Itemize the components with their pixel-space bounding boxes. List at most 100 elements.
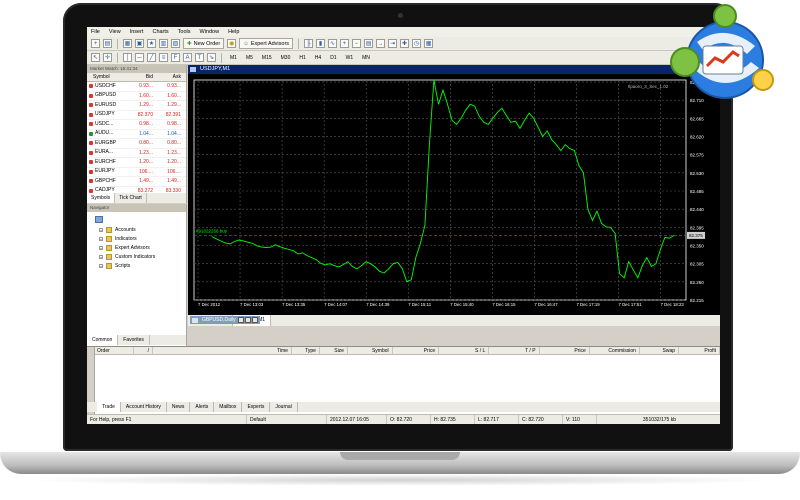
chart-shift-icon[interactable]: ⇥ <box>388 39 398 48</box>
menu-file[interactable]: File <box>91 29 100 35</box>
metaeditor-icon[interactable]: ◉ <box>227 39 237 48</box>
expand-icon[interactable]: + <box>99 236 103 241</box>
terminal-column-header[interactable]: Price <box>540 347 590 354</box>
data-window-icon[interactable]: ▣ <box>135 39 144 48</box>
menu-insert[interactable]: Insert <box>130 29 144 35</box>
nav-item-accounts[interactable]: + Accounts <box>93 225 186 234</box>
crosshair-icon[interactable]: ✛ <box>103 53 112 62</box>
periods-icon[interactable]: ◷ <box>412 39 422 48</box>
column-header[interactable]: Ask <box>153 73 181 81</box>
expand-icon[interactable]: + <box>99 254 103 259</box>
nav-item-scripts[interactable]: + Scripts <box>93 261 186 270</box>
channel-icon[interactable]: ≡ <box>159 53 168 62</box>
bar-chart-icon[interactable]: ╟ <box>304 39 314 48</box>
terminal-icon[interactable]: ▥ <box>159 39 168 48</box>
candlestick-icon[interactable]: ▮ <box>316 39 326 48</box>
timeframe-m5[interactable]: M5 <box>243 53 256 63</box>
price-point <box>546 130 548 132</box>
new-chart-icon[interactable]: + <box>91 39 100 48</box>
chart-window-title[interactable]: USDJPY,M1 <box>188 65 720 74</box>
restore-icon[interactable] <box>238 317 244 323</box>
tester-icon[interactable]: ▧ <box>171 39 180 48</box>
terminal-column-header[interactable]: Swap <box>640 347 680 354</box>
timeframe-m15[interactable]: M15 <box>259 53 275 63</box>
label-icon[interactable]: T <box>195 53 204 62</box>
menu-view[interactable]: View <box>109 29 121 35</box>
cursor-icon[interactable]: ↖ <box>91 53 100 62</box>
terminal-column-header[interactable]: Symbol <box>348 347 393 354</box>
terminal-tab[interactable]: Alerts <box>190 402 215 412</box>
nav-item-custom-indicators[interactable]: + Custom Indicators <box>93 252 186 261</box>
vertical-line-icon[interactable]: │ <box>123 53 132 62</box>
tab-favorites[interactable]: Favorites <box>118 335 150 345</box>
zoom-in-icon[interactable]: + <box>340 39 350 48</box>
terminal-column-header[interactable]: / <box>134 347 154 354</box>
timeframe-h4[interactable]: H4 <box>312 53 324 63</box>
profiles-icon[interactable]: ▤ <box>103 39 112 48</box>
terminal-column-header[interactable]: Time <box>153 347 292 354</box>
status-high: H: 82.735 <box>431 415 475 424</box>
expand-icon[interactable]: + <box>99 227 103 232</box>
market-watch-icon[interactable]: ▦ <box>123 39 132 48</box>
terminal-tab[interactable]: Experts <box>242 402 271 412</box>
terminal-column-header[interactable]: Size <box>320 347 348 354</box>
zoom-out-icon[interactable]: − <box>352 39 362 48</box>
expert-advisors-button[interactable]: ☺ Expert Advisors <box>239 38 294 49</box>
terminal-column-header[interactable]: T / P <box>489 347 540 354</box>
menu-window[interactable]: Window <box>200 29 220 35</box>
menu-help[interactable]: Help <box>228 29 239 35</box>
tab-symbols[interactable]: Symbols <box>87 193 116 203</box>
terminal-tab[interactable]: Account History <box>121 402 167 412</box>
terminal-tab[interactable]: News <box>167 402 191 412</box>
column-header[interactable]: Symbol <box>87 73 125 81</box>
expand-icon[interactable]: + <box>99 245 103 250</box>
fibonacci-icon[interactable]: F <box>171 53 180 62</box>
market-watch-panel: Market Watch: 15:41:34 Symbol Bid Ask US… <box>87 65 187 203</box>
terminal-column-header[interactable]: Profit <box>679 347 720 354</box>
price-chart[interactable]: 82.75582.71082.66582.62082.57582.53082.4… <box>188 74 720 315</box>
timeframe-m1[interactable]: M1 <box>227 53 240 63</box>
expand-icon[interactable]: + <box>99 263 103 268</box>
timeframe-d1[interactable]: D1 <box>327 53 339 63</box>
status-help: For Help, press F1 <box>87 415 247 424</box>
nav-item-indicators[interactable]: + Indicators <box>93 234 186 243</box>
tab-common[interactable]: Common <box>87 335 119 345</box>
terminal-column-header[interactable]: S / L <box>439 347 490 354</box>
terminal-column-header[interactable]: Commission <box>590 347 640 354</box>
terminal-column-header[interactable]: Order <box>97 347 135 354</box>
indicators-icon[interactable]: ✚ <box>400 39 410 48</box>
metatrader-root-icon[interactable] <box>95 216 103 223</box>
terminal-tab[interactable]: Trade <box>97 402 121 412</box>
price-point <box>379 271 380 272</box>
order-label: #91022266 buy <box>196 228 228 233</box>
maximize-icon[interactable] <box>245 317 251 323</box>
trendline-icon[interactable]: ╱ <box>147 53 156 62</box>
terminal-column-header[interactable]: Price <box>393 347 440 354</box>
status-profile: Default <box>247 415 327 424</box>
column-header[interactable]: Bid <box>125 73 153 81</box>
templates-icon[interactable]: ▦ <box>424 39 434 48</box>
minimized-chart-window[interactable]: GBPUSD,Daily <box>190 316 260 324</box>
tab-tick-chart[interactable]: Tick Chart <box>115 193 147 203</box>
navigator-icon[interactable]: ★ <box>147 39 156 48</box>
text-icon[interactable]: A <box>183 53 192 62</box>
terminal-tab[interactable]: Mailbox <box>214 402 243 412</box>
line-chart-icon[interactable]: ∿ <box>328 39 338 48</box>
menu-tools[interactable]: Tools <box>178 29 191 35</box>
timeframe-h1[interactable]: H1 <box>296 53 308 63</box>
timeframe-mn[interactable]: MN <box>359 53 373 63</box>
new-order-button[interactable]: ✚ New Order <box>183 38 225 49</box>
arrows-icon[interactable]: ⇘ <box>207 53 216 62</box>
menu-charts[interactable]: Charts <box>152 29 168 35</box>
tile-windows-icon[interactable]: ▤ <box>364 39 374 48</box>
autoscroll-icon[interactable]: → <box>376 39 386 48</box>
terminal-tab[interactable]: Journal <box>270 402 298 412</box>
terminal-column-header[interactable]: Type <box>292 347 320 354</box>
price-point <box>578 165 580 166</box>
price-point <box>460 118 462 119</box>
close-icon[interactable] <box>252 317 258 323</box>
nav-item-expert-advisors[interactable]: + Expert Advisors <box>93 243 186 252</box>
timeframe-w1[interactable]: W1 <box>343 53 357 63</box>
horizontal-line-icon[interactable]: ─ <box>135 53 144 62</box>
timeframe-m30[interactable]: M30 <box>278 53 294 63</box>
